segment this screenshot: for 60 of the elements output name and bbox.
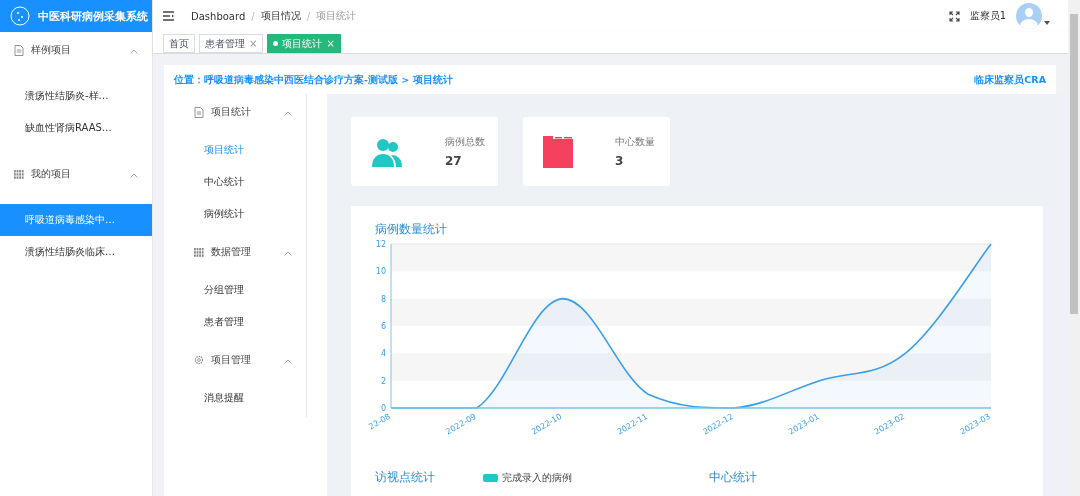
section-title: 访视点统计 xyxy=(375,470,435,485)
y-tick-label: 8 xyxy=(380,294,386,304)
menu-icon[interactable] xyxy=(163,11,175,21)
legend-swatch[interactable] xyxy=(483,474,498,482)
menu-item[interactable]: 缺血性肾病RAAS… xyxy=(0,112,152,144)
menu-group-label: 项目管理 xyxy=(211,353,252,367)
breadcrumb-link[interactable]: Dashboard xyxy=(191,10,246,22)
y-tick-label: 6 xyxy=(380,322,386,331)
menu-group-label: 项目统计 xyxy=(211,105,252,119)
y-tick-label: 0 xyxy=(380,404,386,413)
menu-group[interactable]: 数据管理 xyxy=(164,234,306,270)
caret-icon[interactable] xyxy=(1044,21,1050,25)
chevron-up-icon[interactable] xyxy=(130,172,138,178)
chevron-up-icon[interactable] xyxy=(130,48,138,54)
breadcrumb-separator: / xyxy=(306,10,310,22)
menu-group-label: 样例项目 xyxy=(31,43,72,57)
menu-group[interactable]: 项目管理 xyxy=(164,342,306,378)
breadcrumb-separator: / xyxy=(251,10,255,22)
stat-label: 病例总数 xyxy=(445,135,485,149)
legend-label[interactable]: 完成录入的病例 xyxy=(502,471,572,485)
role-label: 临床监察员CRA xyxy=(974,74,1046,87)
menu-item[interactable]: 患者管理 xyxy=(164,306,306,338)
y-tick-label: 10 xyxy=(375,267,386,277)
y-tick-label: 12 xyxy=(375,240,386,249)
stat-value: 27 xyxy=(445,154,463,168)
scrollbar[interactable] xyxy=(1068,0,1080,496)
active-dot xyxy=(273,41,279,46)
stat-value: 3 xyxy=(615,154,625,168)
menu-item[interactable]: 溃疡性结肠炎临床… xyxy=(0,236,152,268)
menu-group-label: 数据管理 xyxy=(211,245,252,259)
chevron-up-icon[interactable] xyxy=(284,250,292,256)
chevron-up-icon[interactable] xyxy=(284,358,292,364)
page-tab[interactable]: 患者管理 × xyxy=(199,34,264,53)
location-path: 位置：呼吸道病毒感染中西医结合诊疗方案-测试版 > 项目统计 xyxy=(174,74,453,87)
menu-group[interactable]: 项目统计 xyxy=(164,94,306,130)
menu-group-label: 我的项目 xyxy=(31,167,72,181)
app-title: 中医科研病例采集系统 xyxy=(38,8,148,24)
fullscreen-icon[interactable] xyxy=(948,10,960,22)
breadcrumb-link[interactable]: 项目情况 xyxy=(260,9,301,23)
page-tab[interactable]: 首页 xyxy=(163,34,195,53)
logo-icon xyxy=(10,6,30,26)
gear-icon xyxy=(194,355,204,365)
menu-group[interactable]: 样例项目 xyxy=(0,32,152,68)
menu-item[interactable]: 病例统计 xyxy=(164,198,306,230)
y-tick-label: 2 xyxy=(380,376,386,386)
user-name[interactable]: 监察员1 xyxy=(969,9,1006,23)
chart-title: 病例数量统计 xyxy=(375,222,448,236)
document-icon xyxy=(194,106,204,118)
menu-item[interactable]: 溃疡性结肠炎-样… xyxy=(0,80,152,112)
chevron-up-icon[interactable] xyxy=(284,110,292,116)
grid-icon xyxy=(14,169,24,179)
menu-item[interactable]: 消息提醒 xyxy=(164,382,306,414)
y-tick-label: 4 xyxy=(380,349,386,359)
menu-item[interactable]: 中心统计 xyxy=(164,166,306,198)
menu-item[interactable]: 分组管理 xyxy=(164,274,306,306)
grid-icon xyxy=(194,247,204,257)
menu-group[interactable]: 我的项目 xyxy=(0,156,152,192)
section-title: 中心统计 xyxy=(709,470,757,485)
document-icon xyxy=(14,44,24,56)
stat-label: 中心数量 xyxy=(615,135,655,149)
